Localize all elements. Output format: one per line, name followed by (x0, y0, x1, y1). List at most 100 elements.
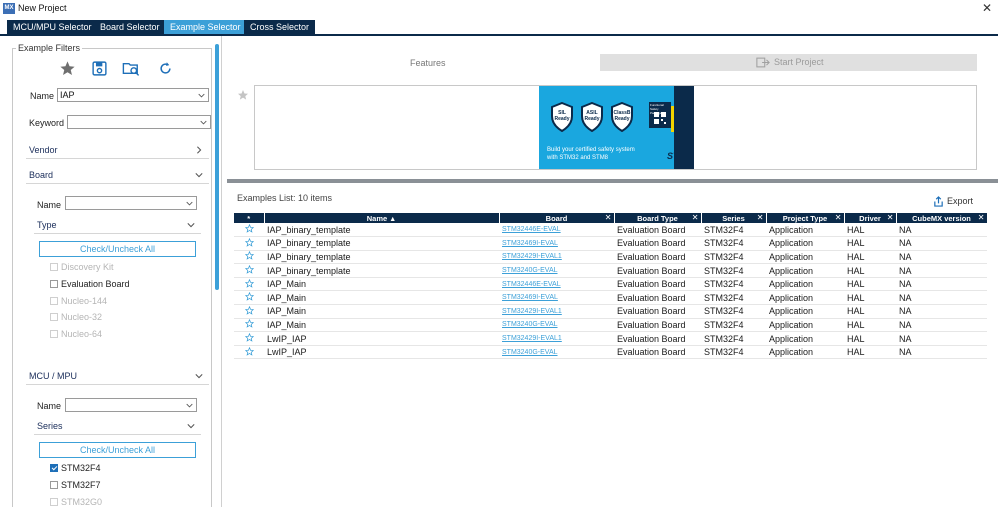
tab-cross-selector[interactable]: Cross Selector (244, 20, 317, 35)
save-icon[interactable] (90, 58, 108, 78)
column-header-name[interactable]: Name ▲ (264, 213, 500, 223)
close-icon[interactable]: ✕ (982, 1, 992, 15)
column-header-project-type[interactable]: Project Type ✕ (766, 213, 845, 223)
favorite-star-icon[interactable] (234, 304, 264, 319)
favorite-star-icon[interactable] (234, 263, 264, 278)
cell-project-type: Application (766, 304, 844, 319)
cell-series: STM32F4 (701, 304, 766, 319)
cell-board-type: Evaluation Board (614, 318, 701, 333)
favorite-star-icon[interactable] (234, 345, 264, 360)
title-bar: MX New Project ✕ (0, 0, 998, 18)
close-icon: ✕ (977, 213, 985, 222)
cell-cubemx-version: NA (896, 304, 987, 319)
column-header-driver[interactable]: Driver ✕ (844, 213, 897, 223)
column-header-series[interactable]: Series ✕ (701, 213, 767, 223)
favorite-star-icon[interactable] (234, 290, 264, 306)
checkbox (50, 498, 58, 506)
mcu-mpu-section[interactable]: MCU / MPU (26, 368, 209, 384)
asil-badge: ASIL Ready (580, 101, 604, 133)
tab-board-selector[interactable]: Board Selector (94, 20, 167, 35)
cell-project-type: Application (766, 290, 844, 306)
splitter[interactable] (227, 179, 998, 183)
export-button[interactable]: Export (933, 195, 973, 207)
tab-example-selector[interactable]: Example Selector (164, 20, 248, 35)
cell-board-link[interactable]: STM32469I-EVAL (499, 236, 614, 251)
table-row[interactable]: IAP_Main STM32429I-EVAL1 Evaluation Board S… (234, 304, 987, 319)
name-value: IAP (60, 90, 75, 100)
type-checkbox-nucleo-64[interactable]: Nucleo-64 (50, 328, 102, 340)
tab-mcu-mpu-selector[interactable]: MCU/MPU Selector (7, 20, 99, 35)
features-label: Features (410, 58, 446, 68)
vendor-section[interactable]: Vendor (26, 142, 209, 158)
star-icon[interactable] (237, 89, 249, 101)
safety-banner[interactable]: SIL Ready ASIL Ready ClassB Ready Functi… (539, 86, 694, 169)
name-label: Name (30, 91, 55, 101)
table-row[interactable]: LwIP_IAP STM3240G-EVAL Evaluation Board STM… (234, 345, 987, 360)
type-checkbox-nucleo-32[interactable]: Nucleo-32 (50, 311, 102, 323)
table-row[interactable]: IAP_binary_template STM32469I-EVAL Evaluat… (234, 236, 987, 251)
mcu-name-combo[interactable] (65, 398, 197, 412)
type-checkbox-discovery-kit[interactable]: Discovery Kit (50, 261, 114, 273)
series-checkbox-stm32g0[interactable]: STM32G0 (50, 496, 102, 507)
cell-board-link[interactable]: STM32429I-EVAL1 (499, 304, 614, 319)
filters-scrollbar[interactable] (215, 44, 219, 290)
export-icon (934, 195, 943, 207)
checkbox-label: Nucleo-32 (61, 312, 103, 322)
cell-name: LwIP_IAP (264, 345, 499, 360)
keyword-combo[interactable] (67, 115, 211, 129)
type-check-uncheck-all-button[interactable]: Check/Uncheck All (39, 241, 196, 257)
cell-name: IAP_Main (264, 290, 499, 306)
table-row[interactable]: IAP_Main STM32469I-EVAL Evaluation Board ST… (234, 290, 987, 306)
cell-board-link[interactable]: STM3240G-EVAL (499, 345, 614, 360)
favorite-star-icon[interactable] (234, 250, 264, 265)
reset-icon[interactable] (156, 58, 174, 78)
cell-driver: HAL (844, 236, 896, 251)
checkbox (50, 280, 58, 288)
favorite-star-icon[interactable] (234, 331, 264, 346)
series-check-uncheck-all-button[interactable]: Check/Uncheck All (39, 442, 196, 458)
favorite-star-icon[interactable] (234, 318, 264, 333)
favorite-star-icon[interactable] (234, 277, 264, 292)
series-checkbox-stm32f7[interactable]: STM32F7 (50, 479, 101, 491)
app-logo-icon: MX (3, 3, 15, 14)
cell-board-link[interactable]: STM3240G-EVAL (499, 263, 614, 278)
board-section[interactable]: Board (26, 167, 209, 183)
cell-cubemx-version: NA (896, 236, 987, 251)
series-section[interactable]: Series (34, 418, 201, 434)
board-name-combo[interactable] (65, 196, 197, 210)
cell-board-type: Evaluation Board (614, 331, 701, 346)
series-checkbox-stm32f4[interactable]: STM32F4 (50, 462, 101, 474)
cell-cubemx-version: NA (896, 331, 987, 346)
cell-series: STM32F4 (701, 345, 766, 360)
column-header-star[interactable]: * (234, 213, 265, 223)
load-icon[interactable] (122, 58, 140, 78)
cell-board-link[interactable]: STM32446E-EVAL (499, 223, 614, 238)
favorite-star-icon[interactable] (234, 223, 264, 238)
type-checkbox-nucleo-144[interactable]: Nucleo-144 (50, 295, 107, 307)
name-combo[interactable]: IAP (57, 88, 209, 102)
table-row[interactable]: IAP_Main STM3240G-EVAL Evaluation Board STM… (234, 318, 987, 333)
panel-divider[interactable] (221, 36, 222, 507)
table-row[interactable]: LwIP_IAP STM32429I-EVAL1 Evaluation Board S… (234, 331, 987, 346)
cell-driver: HAL (844, 263, 896, 278)
cell-board-link[interactable]: STM32469I-EVAL (499, 290, 614, 306)
favorite-star-icon[interactable] (234, 236, 264, 251)
column-header-cubemx-version[interactable]: CubeMX version ✕ (896, 213, 988, 223)
column-header-board[interactable]: Board ✕ (499, 213, 615, 223)
cell-board-link[interactable]: STM32446E-EVAL (499, 277, 614, 292)
table-row[interactable]: IAP_binary_template STM32446E-EVAL Evaluat… (234, 223, 987, 238)
table-row[interactable]: IAP_binary_template STM3240G-EVAL Evaluati… (234, 263, 987, 278)
cell-board-link[interactable]: STM3240G-EVAL (499, 318, 614, 333)
cell-board-link[interactable]: STM32429I-EVAL1 (499, 250, 614, 265)
start-project-button[interactable]: Start Project (600, 54, 977, 71)
type-section[interactable]: Type (34, 217, 201, 233)
cell-board-link[interactable]: STM32429I-EVAL1 (499, 331, 614, 346)
type-checkbox-evaluation-board[interactable]: Evaluation Board (50, 278, 130, 290)
checkbox-label: Nucleo-144 (61, 296, 108, 306)
column-header-board-type[interactable]: Board Type ✕ (614, 213, 702, 223)
star-icon[interactable] (58, 58, 76, 78)
table-row[interactable]: IAP_Main STM32446E-EVAL Evaluation Board ST… (234, 277, 987, 292)
chevron-right-icon (197, 146, 202, 154)
table-row[interactable]: IAP_binary_template STM32429I-EVAL1 Evalua… (234, 250, 987, 265)
cell-project-type: Application (766, 277, 844, 292)
